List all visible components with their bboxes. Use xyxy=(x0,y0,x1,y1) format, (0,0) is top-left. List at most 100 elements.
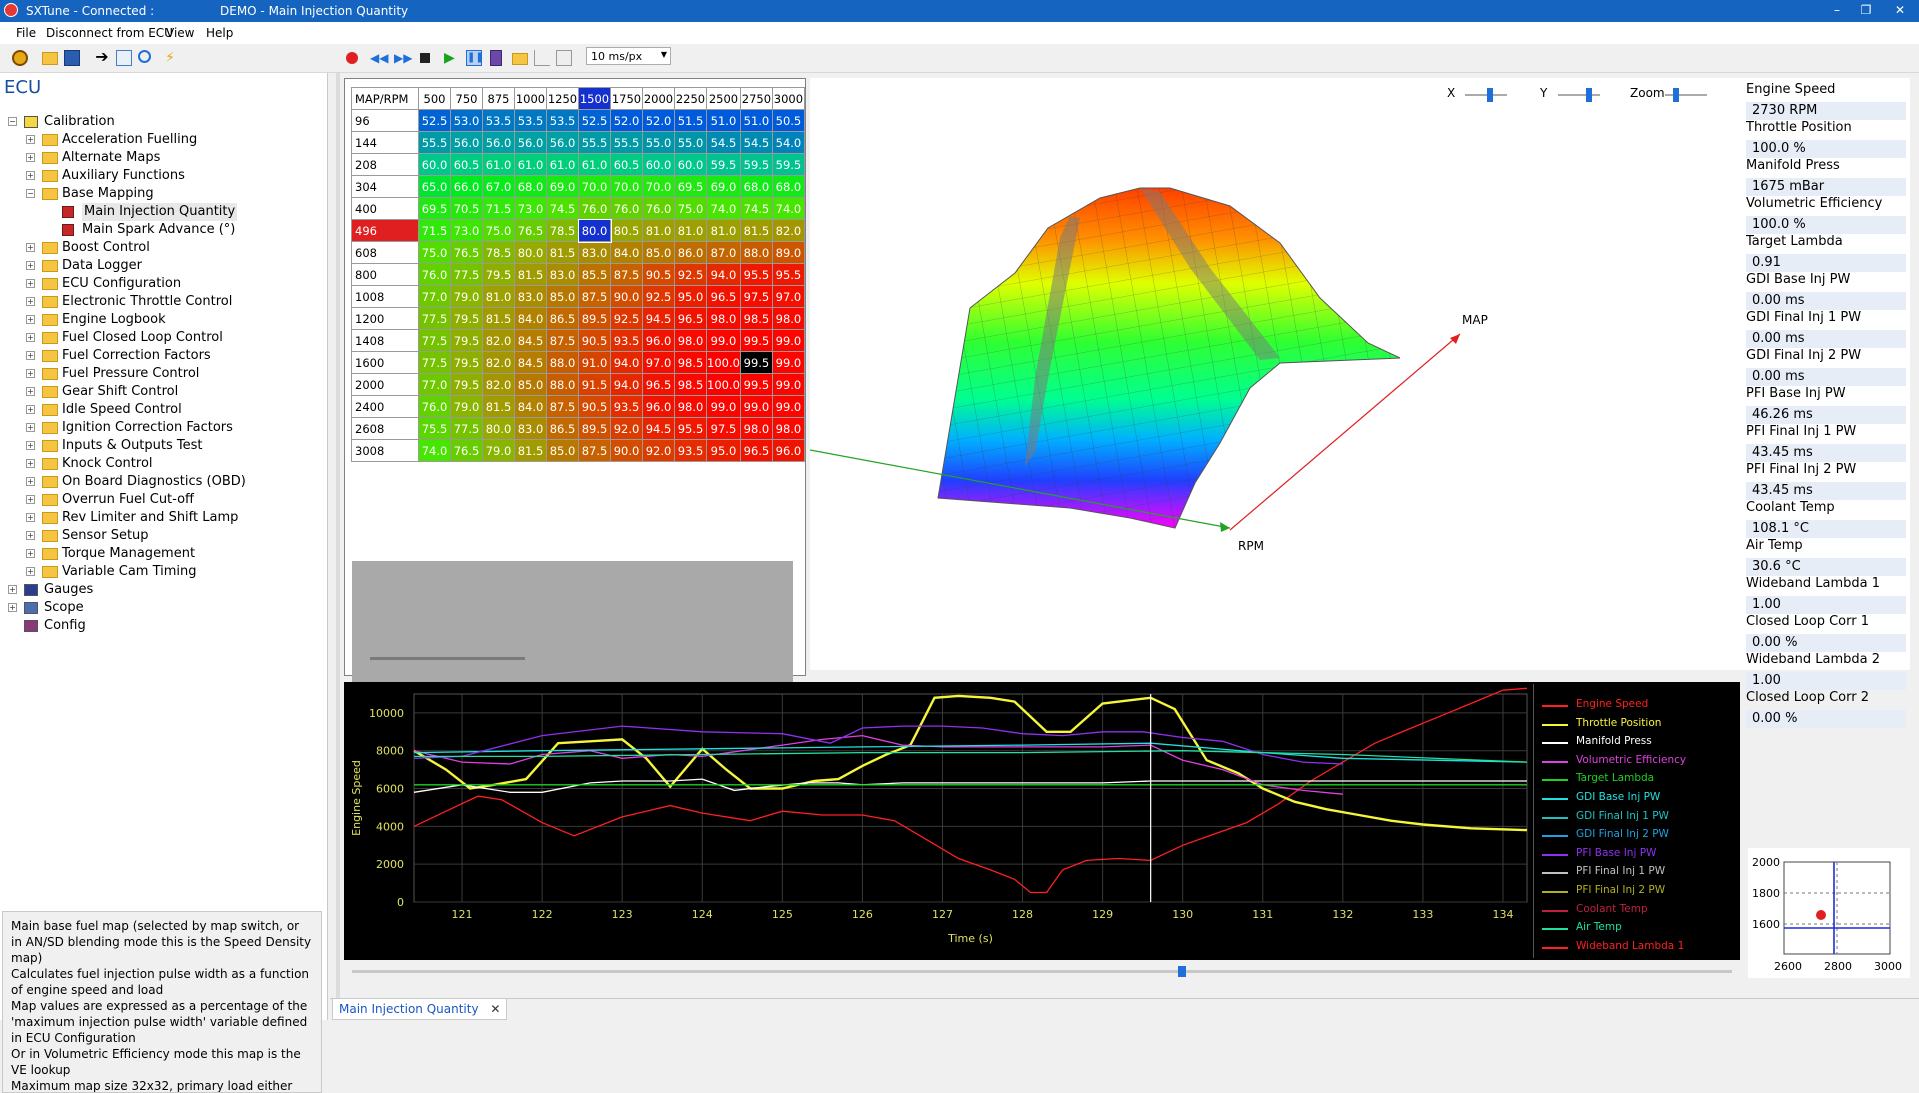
table-cell[interactable]: 56.0 xyxy=(482,131,515,154)
table-cell[interactable]: 89.0 xyxy=(771,241,805,264)
map-header-cell[interactable]: 304 xyxy=(351,175,419,198)
tab-main-injection-quantity[interactable]: Main Injection Quantity ✕ xyxy=(332,999,508,1020)
table-cell[interactable]: 61.0 xyxy=(546,153,579,176)
table-cell[interactable]: 74.0 xyxy=(771,197,805,220)
table-cell[interactable]: 73.0 xyxy=(450,219,483,242)
table-cell[interactable]: 93.5 xyxy=(610,395,643,418)
table-cell[interactable]: 94.0 xyxy=(610,373,643,396)
table-cell[interactable]: 52.5 xyxy=(418,109,451,132)
rpm-header-cell[interactable]: 3000 xyxy=(771,87,805,110)
expander-icon[interactable]: + xyxy=(26,261,35,270)
y-slider-thumb[interactable] xyxy=(1586,88,1592,102)
map-header-cell[interactable]: 2608 xyxy=(351,417,419,440)
table-cell[interactable]: 69.0 xyxy=(546,175,579,198)
logger-chart[interactable]: 121 122 123 124 125 126 127 128 129 130 131 132 133 1… xyxy=(344,682,1534,960)
fast-forward-icon[interactable]: ▶▶ xyxy=(394,50,412,66)
table-cell[interactable]: 98.0 xyxy=(771,417,805,440)
table-cell[interactable]: 93.5 xyxy=(674,439,707,462)
table-cell[interactable]: 74.5 xyxy=(546,197,579,220)
rpm-header-cell[interactable]: 2250 xyxy=(674,87,707,110)
table-cell[interactable]: 77.5 xyxy=(450,417,483,440)
table-cell[interactable]: 79.5 xyxy=(450,329,483,352)
table-cell[interactable]: 74.0 xyxy=(418,439,451,462)
table-cell[interactable]: 92.5 xyxy=(674,263,707,286)
table-cell[interactable]: 87.5 xyxy=(578,439,611,462)
map-header-cell[interactable]: 400 xyxy=(351,197,419,220)
table-cell[interactable]: 70.0 xyxy=(642,175,675,198)
expander-icon[interactable]: + xyxy=(26,459,35,468)
expander-icon[interactable]: + xyxy=(26,531,35,540)
table-cell[interactable]: 76.5 xyxy=(450,439,483,462)
table-cell[interactable]: 76.0 xyxy=(418,395,451,418)
table-cell[interactable]: 53.5 xyxy=(514,109,547,132)
map-header-cell[interactable]: 2000 xyxy=(351,373,419,396)
table-cell[interactable]: 100.0 xyxy=(706,373,741,396)
record-icon[interactable] xyxy=(346,52,358,64)
stop-icon[interactable] xyxy=(420,53,430,63)
table-cell[interactable]: 97.0 xyxy=(642,351,675,374)
table-cell[interactable]: 87.5 xyxy=(610,263,643,286)
timescale-select[interactable]: 10 ms/px ▼ xyxy=(586,47,671,65)
table-cell[interactable]: 84.0 xyxy=(514,395,547,418)
menu-disconnect[interactable]: Disconnect from ECU xyxy=(46,26,173,40)
table-cell[interactable]: 99.5 xyxy=(739,329,773,352)
table-cell[interactable]: 80.0 xyxy=(514,241,547,264)
play-icon[interactable]: ▶ xyxy=(444,50,460,66)
table-cell[interactable]: 84.0 xyxy=(514,307,547,330)
expander-icon[interactable]: + xyxy=(26,369,35,378)
table-cell[interactable]: 75.0 xyxy=(482,219,515,242)
table-cell[interactable]: 91.0 xyxy=(578,351,611,374)
menu-help[interactable]: Help xyxy=(206,26,233,40)
table-cell[interactable]: 77.0 xyxy=(418,285,451,308)
table-cell[interactable]: 82.0 xyxy=(482,373,515,396)
table-cell[interactable]: 60.5 xyxy=(610,153,643,176)
rpm-header-cell[interactable]: 1250 xyxy=(546,87,579,110)
table-cell[interactable]: 96.5 xyxy=(706,285,741,308)
rpm-header-cell[interactable]: 500 xyxy=(418,87,451,110)
table-cell[interactable]: 75.0 xyxy=(418,241,451,264)
table-cell[interactable]: 83.0 xyxy=(546,263,579,286)
table-cell[interactable]: 61.0 xyxy=(514,153,547,176)
map-header-cell[interactable]: 1008 xyxy=(351,285,419,308)
expander-icon[interactable]: + xyxy=(26,477,35,486)
search-icon[interactable] xyxy=(138,50,151,63)
restore-button[interactable]: ❐ xyxy=(1857,2,1875,18)
table-cell[interactable]: 80.0 xyxy=(482,417,515,440)
table-cell[interactable]: 59.5 xyxy=(706,153,741,176)
table-cell[interactable]: 79.5 xyxy=(450,307,483,330)
expander-icon[interactable]: + xyxy=(26,549,35,558)
table-cell[interactable]: 76.0 xyxy=(578,197,611,220)
table-cell[interactable]: 92.0 xyxy=(642,439,675,462)
table-cell[interactable]: 55.5 xyxy=(578,131,611,154)
table-cell[interactable]: 97.5 xyxy=(706,417,741,440)
expander-icon[interactable]: + xyxy=(26,153,35,162)
table-cell[interactable]: 76.5 xyxy=(514,219,547,242)
table-cell[interactable]: 53.5 xyxy=(546,109,579,132)
expander-icon[interactable]: − xyxy=(8,117,17,126)
grid-icon[interactable] xyxy=(556,50,572,66)
table-cell[interactable]: 99.0 xyxy=(706,329,741,352)
table-cell[interactable]: 97.5 xyxy=(739,285,773,308)
rpm-header-cell[interactable]: 1750 xyxy=(610,87,643,110)
copy-icon[interactable] xyxy=(116,50,132,66)
table-cell[interactable]: 61.0 xyxy=(578,153,611,176)
table-cell[interactable]: 85.0 xyxy=(642,241,675,264)
expander-icon[interactable]: + xyxy=(26,315,35,324)
rpm-header-cell[interactable]: 2500 xyxy=(706,87,741,110)
table-cell[interactable]: 54.0 xyxy=(771,131,805,154)
table-cell[interactable]: 98.0 xyxy=(674,395,707,418)
time-scrollbar-thumb[interactable] xyxy=(1178,966,1186,977)
table-cell[interactable]: 81.0 xyxy=(674,219,707,242)
table-cell[interactable]: 98.5 xyxy=(739,307,773,330)
table-cell[interactable]: 87.0 xyxy=(706,241,741,264)
table-cell[interactable]: 80.5 xyxy=(610,219,643,242)
table-cell[interactable]: 74.5 xyxy=(739,197,773,220)
table-cell[interactable]: 99.0 xyxy=(706,395,741,418)
table-cell[interactable]: 77.5 xyxy=(418,351,451,374)
logger-chart-panel[interactable]: 121 122 123 124 125 126 127 128 129 130 131 132 133 1… xyxy=(344,682,1740,960)
table-cell[interactable]: 89.5 xyxy=(578,417,611,440)
map-header-cell[interactable]: 1600 xyxy=(351,351,419,374)
table-cell[interactable]: 88.0 xyxy=(546,351,579,374)
x-slider-thumb[interactable] xyxy=(1487,88,1493,102)
table-cell[interactable]: 92.0 xyxy=(610,417,643,440)
